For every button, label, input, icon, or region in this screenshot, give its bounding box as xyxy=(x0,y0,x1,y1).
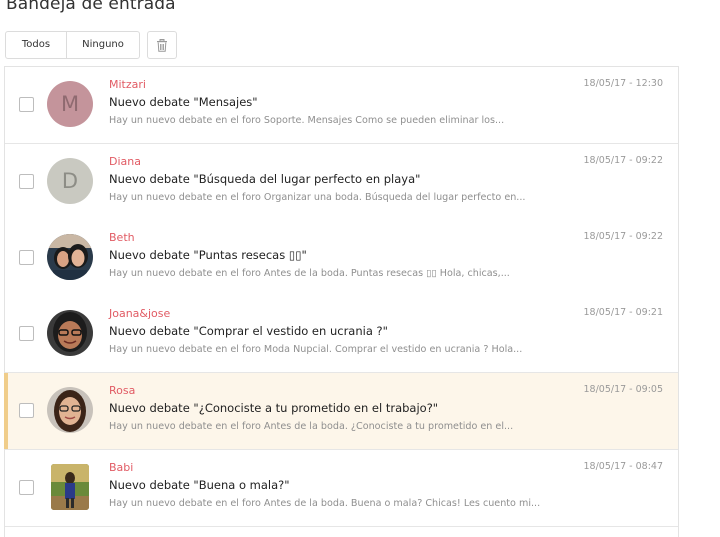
message-subject[interactable]: Nuevo debate "Búsqueda del lugar perfect… xyxy=(109,172,420,186)
avatar[interactable]: M xyxy=(47,81,93,127)
select-all-button[interactable]: Todos xyxy=(6,32,67,58)
message-preview: Hay un nuevo debate en el foro Antes de … xyxy=(109,498,541,509)
message-row[interactable]: Rosa Nuevo debate "¿Conociste a tu prome… xyxy=(4,373,678,450)
sender-name[interactable]: Mitzari xyxy=(109,78,146,91)
message-subject[interactable]: Nuevo debate "Buena o mala?" xyxy=(109,478,290,492)
message-row[interactable]: Beth Nuevo debate "Puntas resecas ▯▯" Ha… xyxy=(5,220,678,297)
message-preview: Hay un nuevo debate en el foro Organizar… xyxy=(109,192,526,203)
message-row[interactable]: D Diana Nuevo debate "Búsqueda del lugar… xyxy=(5,144,678,221)
avatar[interactable] xyxy=(47,387,93,433)
message-date: 18/05/17 - 09:22 xyxy=(583,155,663,166)
sender-name[interactable]: Rosa xyxy=(109,384,135,397)
unread-indicator xyxy=(4,373,8,449)
delete-button[interactable] xyxy=(147,31,177,59)
user-photo xyxy=(47,234,93,280)
message-date: 18/05/17 - 09:05 xyxy=(583,384,663,395)
message-preview: Hay un nuevo debate en el foro Soporte. … xyxy=(109,115,505,126)
message-date: 18/05/17 - 09:22 xyxy=(583,231,663,242)
avatar[interactable] xyxy=(51,464,89,510)
sender-name[interactable]: Babi xyxy=(109,461,133,474)
trash-icon xyxy=(157,38,167,52)
message-date: 18/05/17 - 09:21 xyxy=(583,307,663,318)
message-row[interactable]: Babi Nuevo debate "Buena o mala?" Hay un… xyxy=(5,450,678,527)
select-none-button[interactable]: Ninguno xyxy=(67,32,139,58)
message-checkbox[interactable] xyxy=(19,250,34,265)
message-preview: Hay un nuevo debate en el foro Antes de … xyxy=(109,268,510,279)
avatar[interactable] xyxy=(47,234,93,280)
avatar[interactable]: D xyxy=(47,158,93,204)
message-date: 18/05/17 - 08:47 xyxy=(583,461,663,472)
selection-button-group: Todos Ninguno xyxy=(5,31,140,59)
message-preview: Hay un nuevo debate en el foro Moda Nupc… xyxy=(109,344,523,355)
message-list: M Mitzari Nuevo debate "Mensajes" Hay un… xyxy=(4,66,679,537)
message-checkbox[interactable] xyxy=(19,480,34,495)
user-photo xyxy=(47,310,93,356)
message-row[interactable]: M Mitzari Nuevo debate "Mensajes" Hay un… xyxy=(5,67,678,144)
avatar[interactable] xyxy=(47,310,93,356)
page-title: Bandeja de entrada xyxy=(6,0,176,14)
message-subject[interactable]: Nuevo debate "Comprar el vestido en ucra… xyxy=(109,324,388,338)
sender-name[interactable]: Beth xyxy=(109,231,135,244)
sender-name[interactable]: Joana&jose xyxy=(109,307,170,320)
message-checkbox[interactable] xyxy=(19,97,34,112)
message-subject[interactable]: Nuevo debate "¿Conociste a tu prometido … xyxy=(109,401,438,415)
message-preview: Hay un nuevo debate en el foro Antes de … xyxy=(109,421,514,432)
message-checkbox[interactable] xyxy=(19,174,34,189)
message-subject[interactable]: Nuevo debate "Puntas resecas ▯▯" xyxy=(109,248,307,262)
message-checkbox[interactable] xyxy=(19,403,34,418)
user-photo xyxy=(47,387,93,433)
message-row[interactable]: Joana&jose Nuevo debate "Comprar el vest… xyxy=(5,296,678,373)
sender-name[interactable]: Diana xyxy=(109,155,141,168)
message-date: 18/05/17 - 12:30 xyxy=(583,78,663,89)
message-subject[interactable]: Nuevo debate "Mensajes" xyxy=(109,95,258,109)
message-checkbox[interactable] xyxy=(19,326,34,341)
user-photo xyxy=(51,464,89,510)
